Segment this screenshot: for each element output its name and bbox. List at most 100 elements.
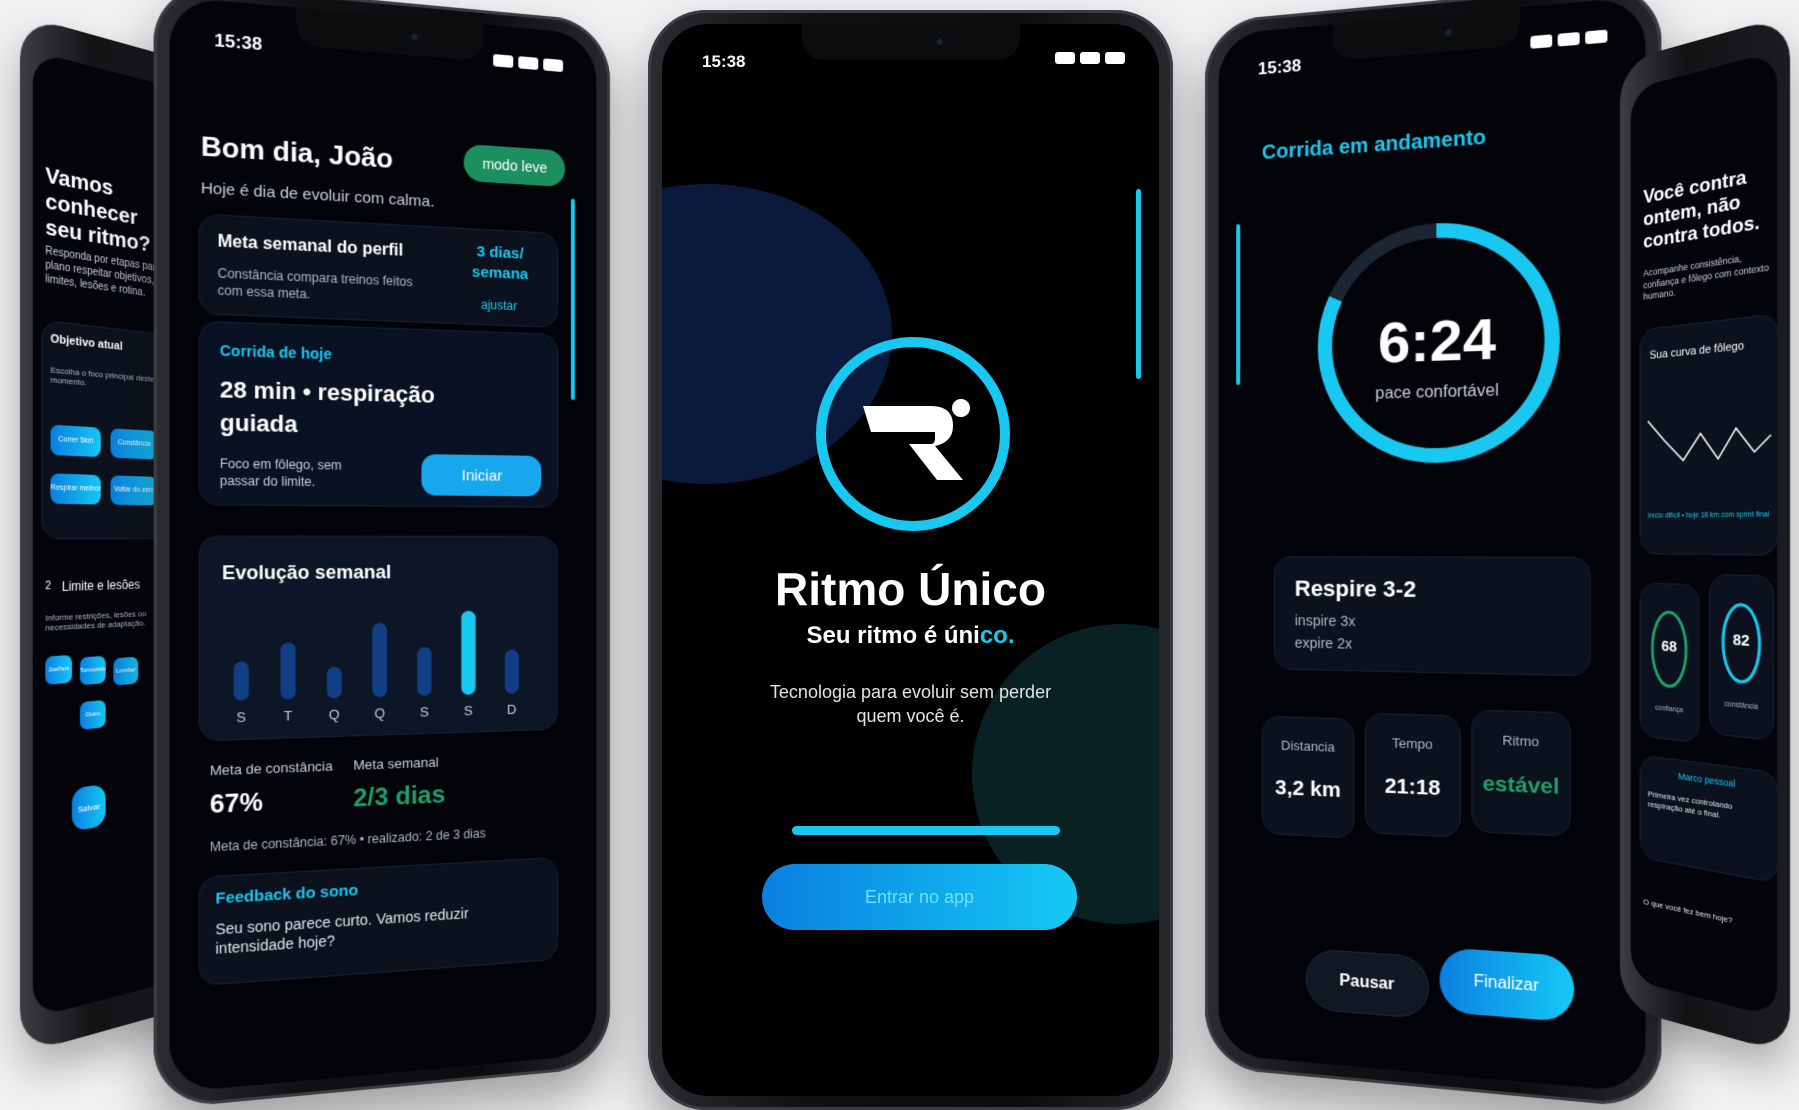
limit-chip[interactable]: Outro	[79, 699, 106, 730]
scrollbar[interactable]	[570, 198, 575, 401]
status-bar: 15:38	[702, 52, 1125, 72]
limit-chip[interactable]: Lombar	[113, 656, 139, 686]
objective-chip[interactable]: Correr 5km	[50, 424, 101, 458]
goal-adjust-link[interactable]: ajustar	[481, 297, 517, 313]
status-time: 15:38	[1257, 55, 1302, 79]
sleep-feedback-card[interactable]: Feedback do sono Seu sono parece curto. …	[198, 856, 559, 987]
metric-value: estável	[1482, 771, 1560, 800]
signal-icon	[1055, 52, 1075, 64]
reflection-prompt[interactable]: O que você fez bem hoje?	[1643, 897, 1777, 936]
camera-icon	[408, 30, 421, 44]
chart-day-label: T	[284, 708, 293, 724]
milestone-text: Primeira vez controlando respiração até …	[1647, 789, 1733, 821]
progress-title: Você contra ontem, não contra todos.	[1643, 166, 1760, 253]
wifi-icon	[518, 56, 539, 71]
status-icons	[493, 53, 564, 80]
goal-value: 3 dias/ semana	[471, 242, 529, 283]
mode-badge[interactable]: modo leve	[464, 143, 566, 188]
tagline-main: Seu ritmo é úni	[806, 622, 980, 649]
metric-value: 3,2 km	[1275, 775, 1341, 803]
phone-progress: Você contra ontem, não contra todos. Aco…	[1620, 14, 1791, 1055]
limit-chip[interactable]: Joelhos	[45, 654, 72, 685]
breathing-title: Respire 3-2	[1294, 575, 1417, 603]
camera-icon	[933, 36, 946, 48]
goal-title: Meta semanal do perfil	[217, 232, 404, 260]
objective-section-title: Objetivo atual	[50, 332, 123, 354]
metric-rhythm: Ritmo estável	[1471, 709, 1571, 837]
run-desc: Foco em fôlego, sem passar do limite.	[219, 456, 342, 490]
status-icons	[1530, 29, 1608, 58]
chart-bar	[326, 666, 342, 699]
weekly-target-label: Meta semanal	[353, 754, 439, 773]
battery-icon	[1105, 52, 1125, 64]
weekly-evolution-title: Evolução semanal	[222, 561, 392, 584]
objective-chip[interactable]: Voltar do zero	[110, 475, 158, 506]
app-name: Ritmo Único	[775, 563, 1046, 615]
loading-bar-fill	[792, 826, 1060, 835]
run-label: Corrida de hoje	[219, 341, 332, 363]
consistency-label: Meta de constância	[209, 758, 333, 779]
tagline-accent: co.	[979, 622, 1015, 649]
chart-bar	[504, 649, 519, 694]
app-description: Tecnologia para evoluir sem perder quem …	[769, 682, 1052, 727]
scrollbar[interactable]	[1136, 189, 1141, 379]
start-button[interactable]: Iniciar	[421, 454, 542, 497]
running-screen: 15:38 Corrida em andamento 6:24 pace con…	[1218, 0, 1646, 1093]
greeting-subtitle: Hoje é dia de evoluir com calma.	[200, 179, 435, 211]
finish-button[interactable]: Finalizar	[1439, 947, 1575, 1023]
loading-bar	[792, 826, 1060, 835]
weekly-goal-card[interactable]: Meta semanal do perfil Constância compar…	[198, 213, 559, 329]
scrollbar[interactable]	[1236, 224, 1241, 386]
limits-section-hint: Informe restrições, lesões ou necessidad…	[45, 608, 147, 633]
breath-curve-note: Início difícil • hoje 18 km com sprint f…	[1647, 511, 1770, 520]
breathing-inhale: inspire 3x	[1294, 612, 1356, 630]
chart-day-label: D	[507, 702, 516, 717]
chart-day-label: S	[464, 703, 473, 718]
battery-icon	[543, 58, 564, 73]
chart-bar	[372, 623, 388, 698]
confidence-score: 68 confiança	[1639, 582, 1700, 744]
pace-value: 6:24	[1377, 305, 1496, 375]
limits-section-title: Limite e lesões	[61, 577, 141, 595]
pause-button[interactable]: Pausar	[1305, 948, 1429, 1020]
consistency-value: 67%	[209, 788, 263, 820]
weekly-evolution-card: Evolução semanal S T Q Q S S D	[198, 535, 559, 742]
weekly-bar-chart: STQQSSD	[233, 610, 519, 725]
splash-screen: 15:38 Ritmo Único Seu ritmo é único. Tec…	[662, 24, 1159, 1096]
camera-icon	[1441, 25, 1455, 40]
metric-label: Distancia	[1280, 737, 1335, 755]
chart-bar	[280, 642, 296, 700]
signal-icon	[1530, 34, 1553, 49]
status-icons	[1055, 52, 1125, 72]
tagline: Seu ritmo é único.	[662, 622, 1159, 650]
consistency-score: 82 constância	[1709, 573, 1775, 742]
dashboard-screen: 15:38 Bom dia, João Hoje é dia de evolui…	[169, 0, 597, 1093]
consistency-score-label: constância	[1724, 700, 1759, 712]
objective-chip[interactable]: Constância	[110, 428, 158, 460]
chart-day-label: S	[237, 709, 247, 725]
chart-bar	[417, 646, 432, 697]
phone-running: 15:38 Corrida em andamento 6:24 pace con…	[1205, 0, 1662, 1110]
chart-day-label: Q	[329, 707, 340, 723]
metric-distance: Distancia 3,2 km	[1261, 715, 1355, 839]
metric-value: 21:18	[1384, 774, 1441, 801]
confidence-label: confiança	[1655, 704, 1684, 715]
breath-curve-chart	[1646, 402, 1773, 482]
limit-chip[interactable]: Tornozelo	[79, 655, 106, 686]
wifi-icon	[1080, 52, 1100, 64]
save-button[interactable]: Salvar	[71, 783, 106, 832]
chart-bar	[461, 610, 476, 695]
breathing-card: Respire 3-2 inspire 3x expire 2x	[1273, 556, 1591, 677]
phone-dashboard: 15:38 Bom dia, João Hoje é dia de evolui…	[153, 0, 610, 1110]
greeting-title: Bom dia, João	[200, 129, 394, 175]
sleep-feedback-text: Seu sono parece curto. Vamos reduzir int…	[215, 904, 469, 958]
today-run-card: Corrida de hoje 28 min • respiração guia…	[198, 320, 559, 508]
enter-app-button[interactable]: Entrar no app	[762, 864, 1077, 930]
objective-chip[interactable]: Respirar melhor	[50, 473, 101, 505]
objective-section-hint: Escolha o foco principal deste momento.	[50, 365, 155, 388]
phone-splash: 15:38 Ritmo Único Seu ritmo é único. Tec…	[648, 10, 1173, 1110]
runner-logo-icon	[816, 337, 1010, 531]
progress-subtitle: Acompanhe consistência, confiança e fôle…	[1643, 253, 1769, 303]
chart-day-label: S	[420, 704, 429, 719]
run-title: 28 min • respiração guiada	[219, 376, 435, 438]
